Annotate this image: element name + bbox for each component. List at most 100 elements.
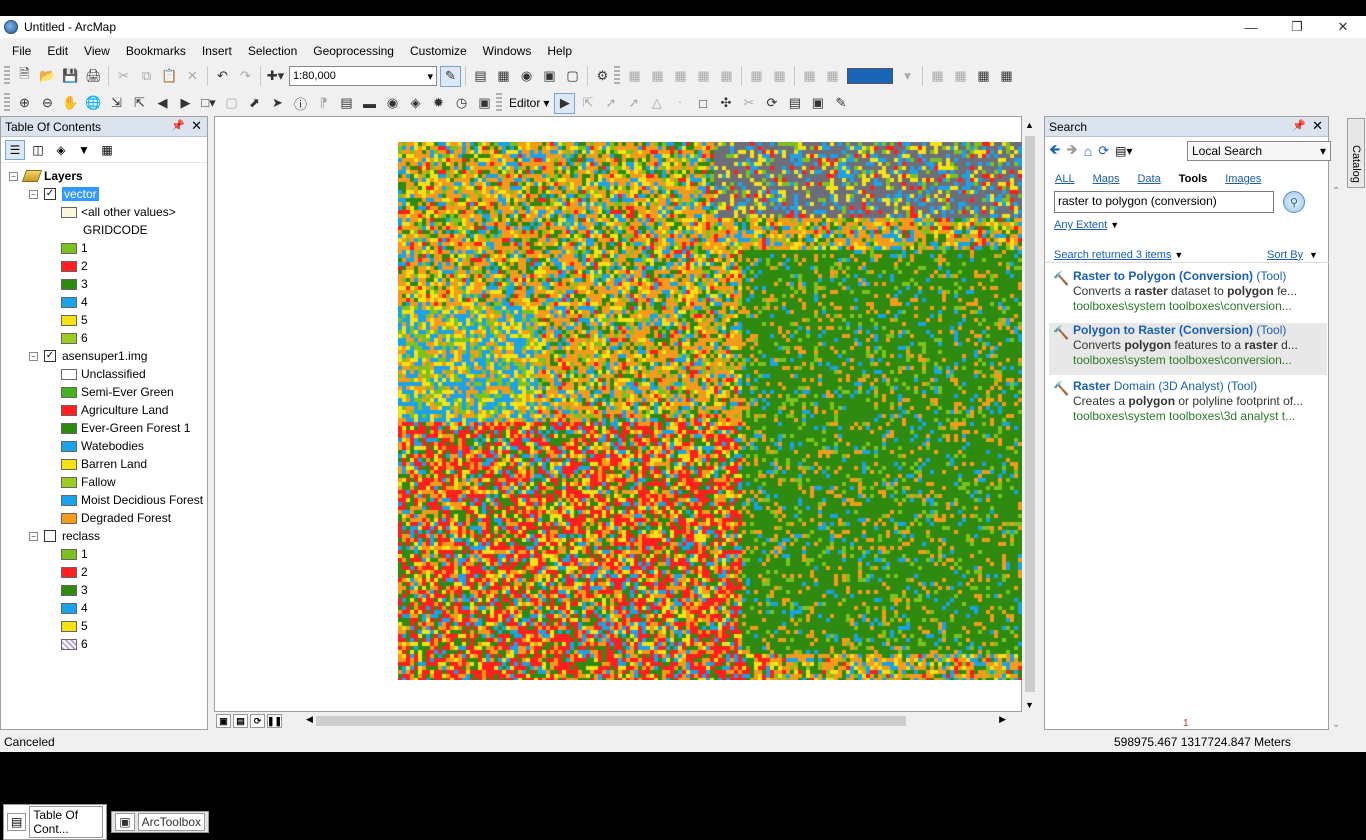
reshape-icon[interactable]: ✣ — [715, 93, 736, 114]
map-vertical-scrollbar[interactable]: ▲ ▼ — [1022, 118, 1038, 712]
minimize-button[interactable]: — — [1228, 16, 1274, 38]
scroll-right-icon[interactable]: ▶ — [999, 714, 1006, 725]
python-window-icon[interactable]: ▢ — [562, 66, 583, 87]
map-view[interactable] — [214, 116, 1022, 712]
copy-icon[interactable]: ⧉ — [136, 66, 157, 87]
toolbar-grip-2[interactable] — [614, 66, 620, 86]
legend-swatch[interactable] — [61, 368, 77, 380]
menu-file[interactable]: File — [4, 44, 39, 58]
next-extent-icon[interactable]: ▶ — [175, 93, 196, 114]
layout-tool-2-icon[interactable]: ▦ — [950, 66, 971, 87]
paste-icon[interactable]: 📋 — [159, 66, 180, 87]
open-folder-icon[interactable]: 📂 — [37, 66, 58, 87]
editor-toolbar-icon[interactable]: ✎ — [440, 65, 461, 87]
menu-bookmarks[interactable]: Bookmarks — [118, 44, 194, 58]
fixed-zoom-in-icon[interactable]: ⇲ — [106, 93, 127, 114]
edit-annotation-icon[interactable]: ⇱ — [577, 93, 598, 114]
list-by-visibility-icon[interactable]: ◈ — [51, 140, 71, 160]
tab-all[interactable]: ALL — [1055, 173, 1075, 185]
point-icon[interactable]: ⋅ — [669, 93, 690, 114]
scroll-up-icon[interactable]: ⌃ — [1332, 186, 1340, 197]
legend-swatch[interactable] — [61, 584, 77, 596]
layout-view-icon[interactable]: ▤ — [233, 714, 248, 728]
layer-visibility-checkbox[interactable]: ✓ — [44, 188, 56, 200]
zoom-out-icon[interactable]: ⊖ — [37, 93, 58, 114]
menu-windows[interactable]: Windows — [475, 44, 540, 58]
search-options-icon[interactable]: ▤▾ — [1115, 144, 1132, 158]
legend-swatch[interactable] — [61, 638, 77, 650]
classified-raster-map[interactable] — [398, 142, 1022, 680]
effects-tool-2-icon[interactable]: ▦ — [769, 66, 790, 87]
legend-swatch[interactable] — [61, 422, 77, 434]
georef-tool-3-icon[interactable]: ▦ — [670, 66, 691, 87]
results-page-number[interactable]: 1 — [1183, 718, 1189, 729]
chevron-down-icon[interactable]: ▼ — [1110, 220, 1119, 230]
tab-table-of-contents[interactable]: ▤ Table Of Cont... — [3, 804, 108, 840]
legend-swatch[interactable] — [61, 332, 77, 344]
legend-swatch[interactable] — [61, 476, 77, 488]
legend-swatch[interactable] — [61, 242, 77, 254]
tab-maps[interactable]: Maps — [1093, 173, 1120, 185]
html-popup-icon[interactable]: ▤ — [336, 93, 357, 114]
go-to-xy-icon[interactable]: ✹ — [428, 93, 449, 114]
editor-menu[interactable]: Editor ▾ — [505, 96, 553, 110]
search-result-raster-to-polygon[interactable]: 🔨 Raster to Polygon (Conversion) (Tool) … — [1049, 269, 1327, 321]
end-point-arc-icon[interactable]: ➚ — [623, 93, 644, 114]
identify-icon[interactable]: ⓘ — [290, 93, 311, 114]
select-elements-icon[interactable]: ⬈ — [244, 93, 265, 114]
viewer-icon[interactable]: ▣ — [474, 93, 495, 114]
effects-tool-3-icon[interactable]: ▦ — [799, 66, 820, 87]
tab-arctoolbox[interactable]: ▣ ArcToolbox — [111, 811, 209, 833]
pan-hand-icon[interactable]: ✋ — [60, 93, 81, 114]
legend-swatch[interactable] — [61, 458, 77, 470]
search-go-button[interactable]: ⚲ — [1283, 191, 1305, 213]
layout-tool-3-icon[interactable]: ▦ — [973, 66, 994, 87]
select-features-icon[interactable]: □▾ — [198, 93, 219, 114]
legend-swatch[interactable] — [61, 602, 77, 614]
straight-segment-icon[interactable]: ➚ — [600, 93, 621, 114]
search-scrollbar[interactable]: ⌃ ⌄ — [1329, 186, 1345, 730]
legend-swatch[interactable] — [61, 278, 77, 290]
legend-swatch[interactable] — [61, 512, 77, 524]
close-icon[interactable]: ✕ — [1312, 118, 1323, 134]
previous-extent-icon[interactable]: ◀ — [152, 93, 173, 114]
back-arrow-icon[interactable]: 🡸 — [1049, 139, 1060, 163]
full-extent-globe-icon[interactable]: 🌐 — [83, 93, 104, 114]
tab-data[interactable]: Data — [1137, 173, 1160, 185]
menu-edit[interactable]: Edit — [39, 44, 76, 58]
color-dropdown-icon[interactable]: ▾ — [897, 66, 918, 87]
table-window-icon[interactable]: ▤ — [470, 66, 491, 87]
legend-swatch[interactable] — [61, 548, 77, 560]
scroll-down-icon[interactable]: ⌄ — [1332, 719, 1340, 730]
print-icon[interactable]: 🖨 — [83, 66, 104, 87]
hyperlink-icon[interactable]: ⁋ — [313, 93, 334, 114]
toc-layer-vector_layer[interactable]: − ✓ vector — [29, 185, 99, 203]
scroll-up-icon[interactable]: ▲ — [1025, 120, 1034, 130]
cut-polygons-icon[interactable]: ✂ — [738, 93, 759, 114]
close-icon[interactable]: ✕ — [191, 118, 202, 134]
legend-swatch[interactable] — [61, 404, 77, 416]
legend-swatch[interactable] — [61, 314, 77, 326]
trace-icon[interactable]: △ — [646, 93, 667, 114]
layout-tool-1-icon[interactable]: ▦ — [927, 66, 948, 87]
home-icon[interactable]: ⌂ — [1084, 143, 1092, 159]
tab-tools[interactable]: Tools — [1179, 173, 1208, 185]
color-swatch[interactable] — [847, 68, 893, 84]
forward-arrow-icon[interactable]: 🡺 — [1066, 139, 1077, 163]
legend-swatch[interactable] — [61, 494, 77, 506]
legend-swatch[interactable] — [61, 566, 77, 578]
redo-icon[interactable]: ↷ — [235, 66, 256, 87]
toolbar-grip-3[interactable] — [4, 93, 10, 113]
scroll-left-icon[interactable]: ◀ — [306, 714, 313, 725]
layer-visibility-checkbox[interactable]: ✓ — [44, 350, 56, 362]
refresh-icon[interactable]: ⟳ — [1098, 143, 1109, 159]
legend-swatch[interactable] — [61, 620, 77, 632]
georef-tool-1-icon[interactable]: ▦ — [624, 66, 645, 87]
clear-selection-icon[interactable]: ▢ — [221, 93, 242, 114]
toc-layers-root[interactable]: − Layers — [9, 167, 83, 185]
create-features-icon[interactable]: ✎ — [830, 93, 851, 114]
time-slider-icon[interactable]: ◷ — [451, 93, 472, 114]
search-returned-link[interactable]: Search returned 3 items — [1054, 249, 1171, 261]
collapse-icon[interactable]: − — [29, 531, 38, 541]
scroll-thumb[interactable] — [1025, 136, 1035, 692]
